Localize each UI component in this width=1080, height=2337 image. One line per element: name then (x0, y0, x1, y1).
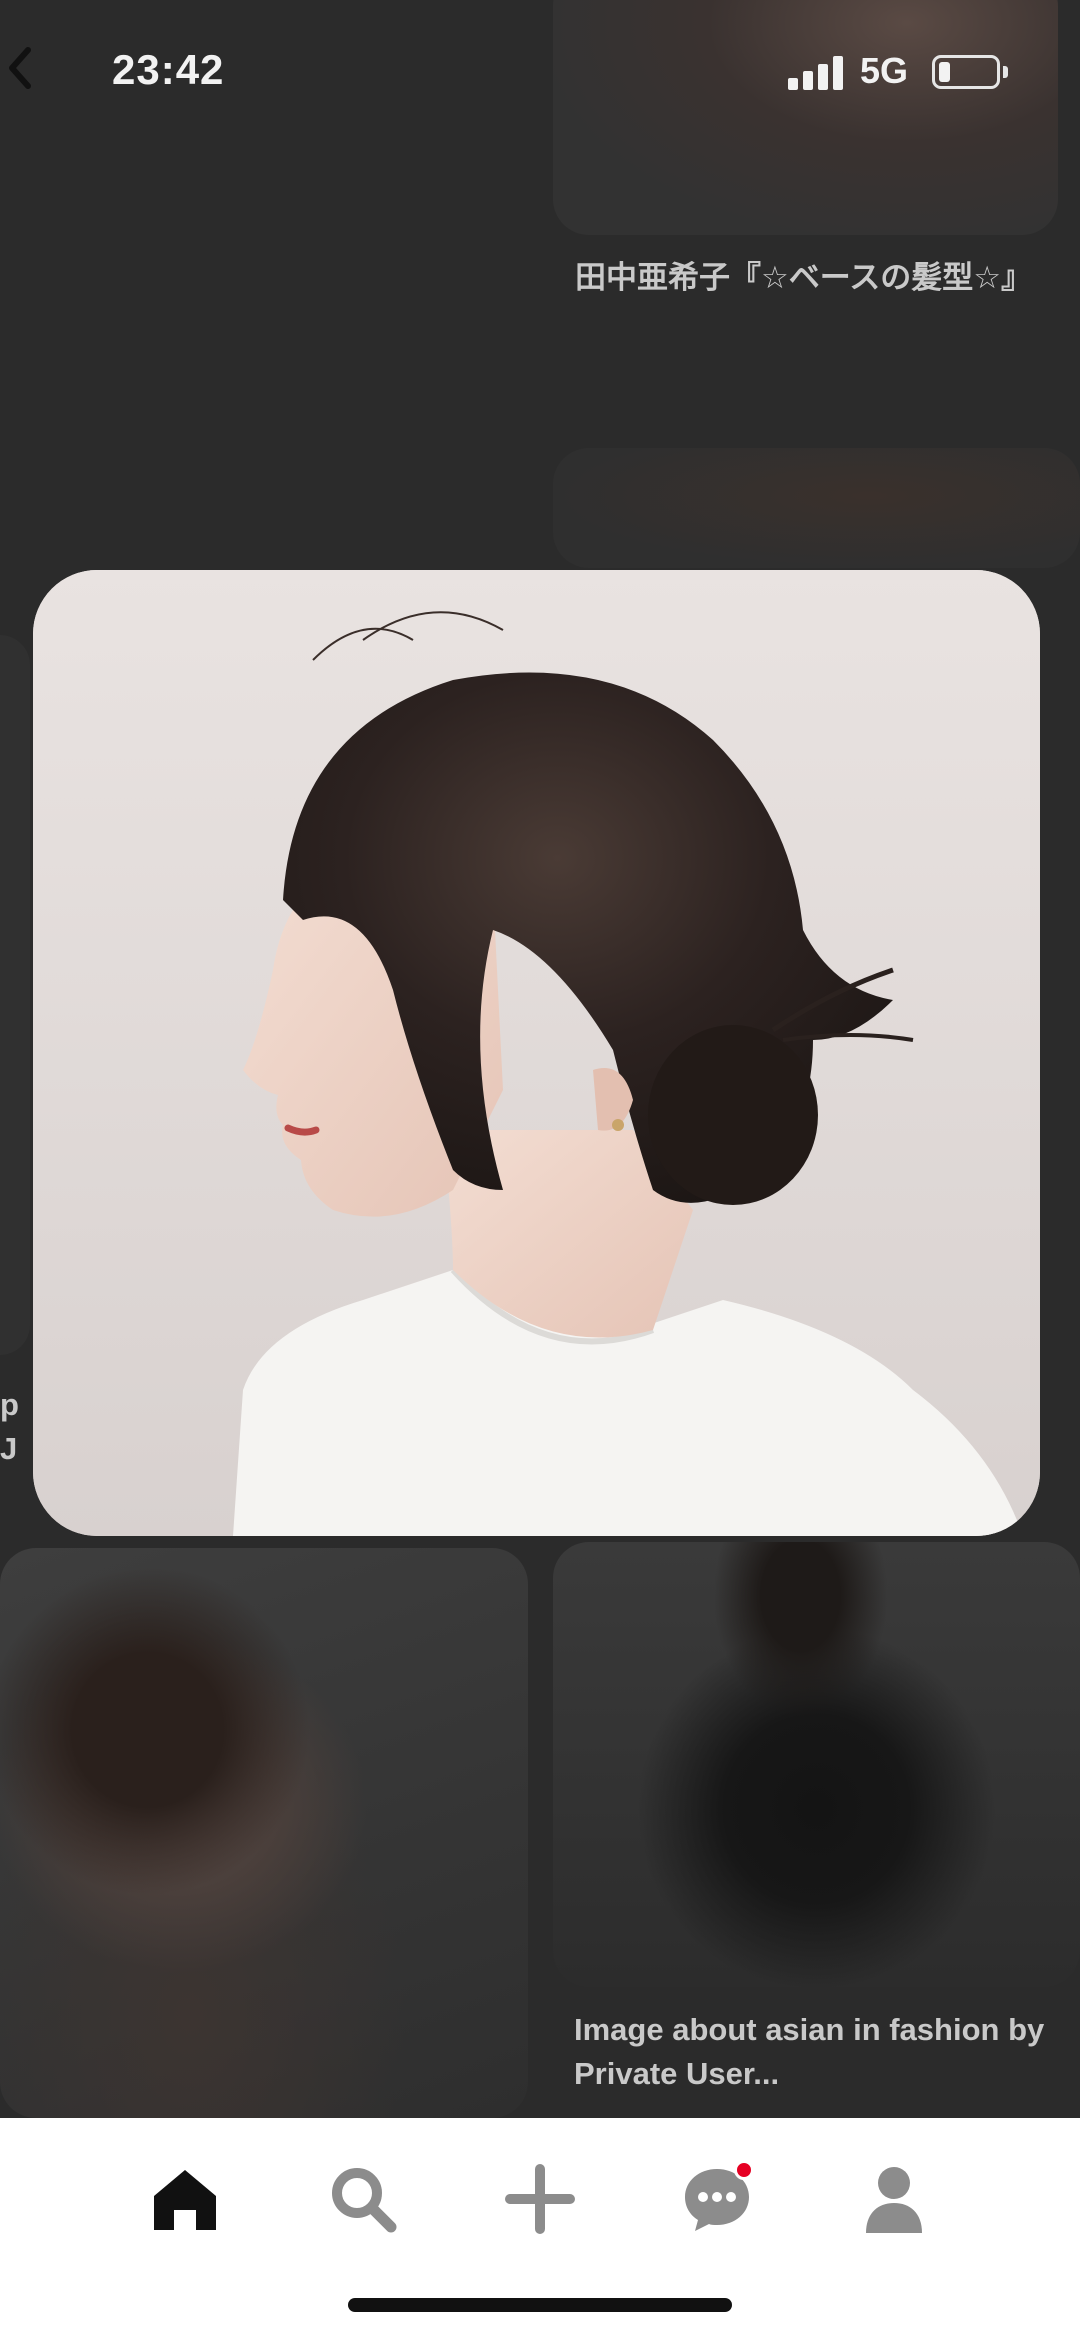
nav-create[interactable] (495, 2154, 585, 2244)
pin-image[interactable] (0, 1548, 528, 2118)
network-type: 5G (860, 50, 909, 91)
nav-home[interactable] (140, 2154, 230, 2244)
nav-profile[interactable] (849, 2154, 939, 2244)
battery-icon (932, 55, 1000, 89)
plus-icon (505, 2164, 575, 2234)
bottom-nav (0, 2118, 1080, 2337)
battery-cap (1003, 66, 1008, 78)
pin-image[interactable] (553, 1542, 1080, 1987)
pin-preview-image[interactable] (33, 570, 1040, 1536)
hairstyle-photo (33, 570, 1040, 1536)
chevron-left-icon (9, 47, 31, 89)
clock: 23:42 (112, 46, 225, 93)
pin-image[interactable] (553, 448, 1080, 568)
nav-search[interactable] (318, 2154, 408, 2244)
pin-caption[interactable]: Image about asian in fashion by Private … (574, 2008, 1054, 2104)
back-button[interactable] (0, 38, 44, 98)
status-bar: 23:42 5G (0, 0, 1080, 140)
screen: 田中亜希子『☆ベースの髪型☆』 ••• p J Image about asia… (0, 0, 1080, 2337)
notification-badge (734, 2160, 754, 2180)
home-indicator[interactable] (348, 2298, 732, 2312)
signal-icon (788, 54, 848, 90)
pin-caption-fragment[interactable]: p J (0, 1383, 30, 1473)
battery-level (939, 62, 950, 82)
pin-caption[interactable]: 田中亜希子『☆ベースの髪型☆』 (575, 256, 1045, 352)
profile-icon (866, 2167, 922, 2233)
home-icon (154, 2170, 216, 2230)
nav-messages[interactable] (672, 2154, 762, 2244)
search-icon (332, 2168, 397, 2233)
pin-image[interactable] (0, 635, 30, 1355)
